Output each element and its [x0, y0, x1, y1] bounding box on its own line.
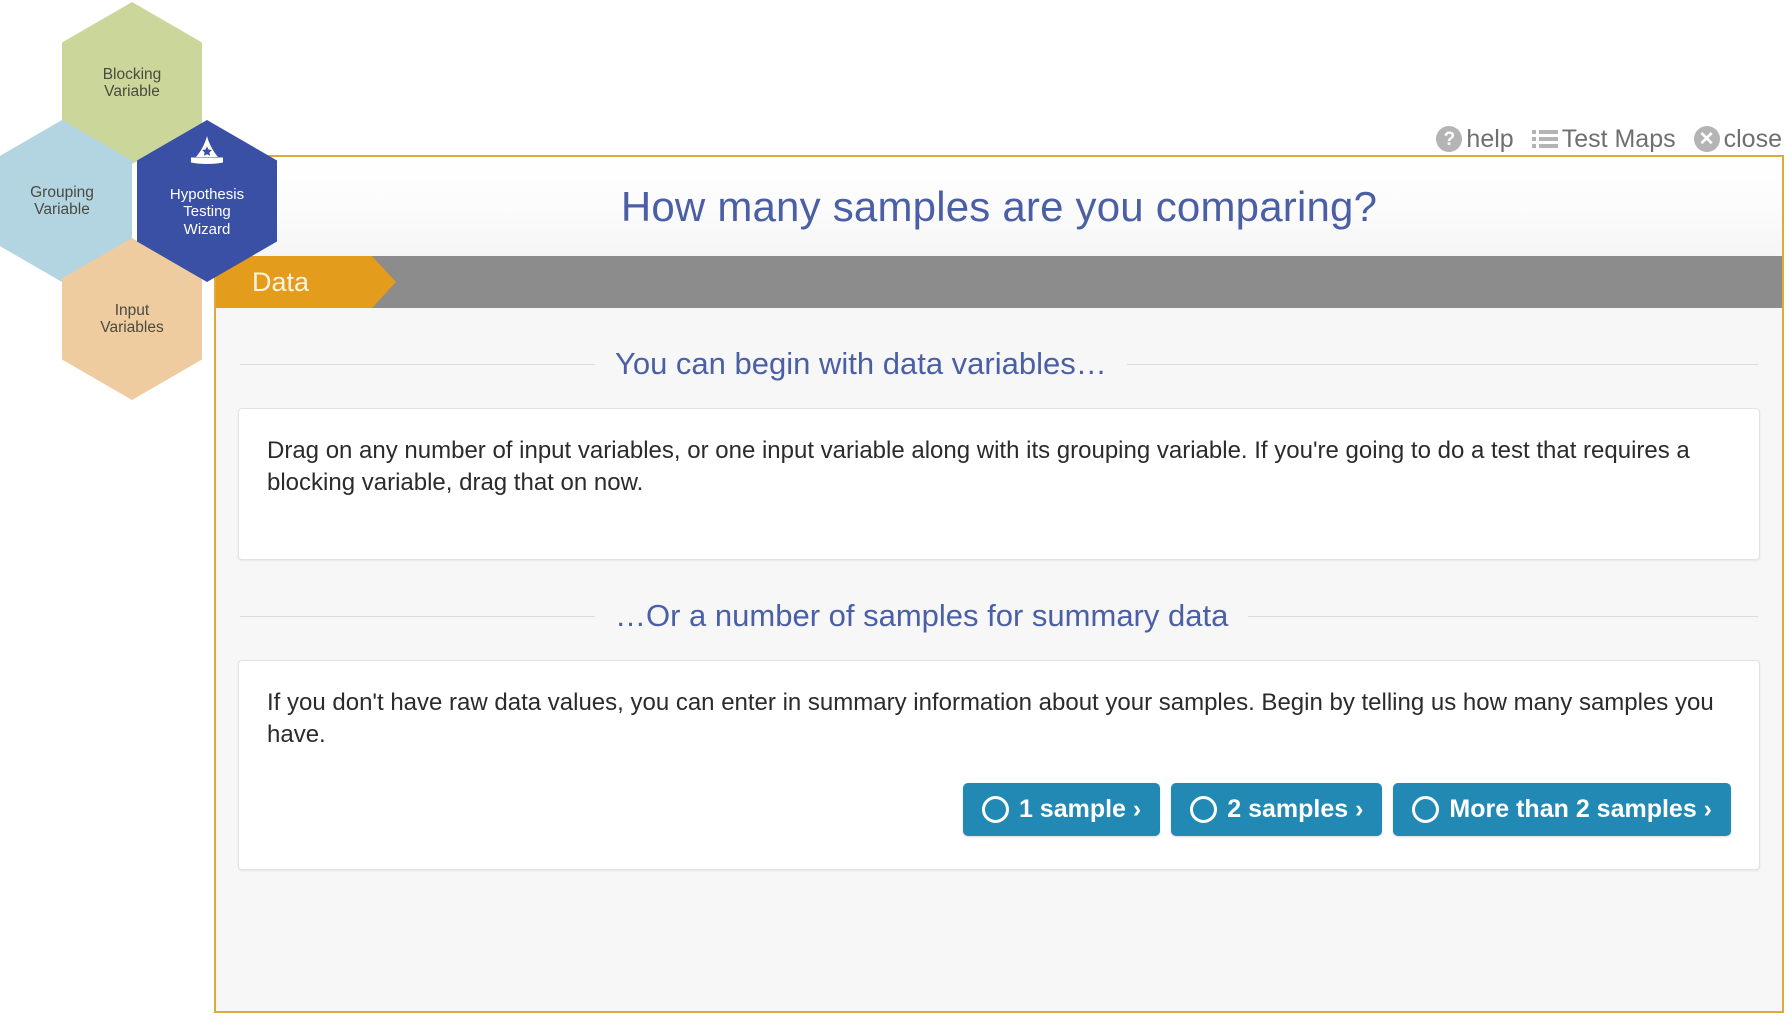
section-header-summary-data: …Or a number of samples for summary data	[238, 598, 1760, 634]
hex-grouping-variable-line2: Variable	[34, 201, 90, 218]
section-rule-right-2	[1248, 616, 1758, 617]
section-header-summary-data-label: …Or a number of samples for summary data	[615, 598, 1228, 634]
list-icon	[1532, 129, 1558, 149]
section-rule-left-2	[240, 616, 595, 617]
test-maps-button[interactable]: Test Maps	[1532, 127, 1676, 152]
tabstrip-filler	[396, 256, 1782, 308]
tab-data-label: Data	[252, 267, 309, 298]
page-title: How many samples are you comparing?	[621, 183, 1377, 231]
more-than-two-samples-button-label: More than 2 samples ›	[1449, 795, 1712, 824]
one-sample-button[interactable]: 1 sample ›	[963, 783, 1160, 836]
hex-wizard-line3: Wizard	[184, 221, 231, 238]
radio-circle-icon	[1190, 796, 1217, 823]
hex-input-variables-line2: Variables	[100, 319, 163, 336]
help-button[interactable]: ? help	[1436, 126, 1513, 152]
help-button-label: help	[1466, 127, 1513, 152]
close-circle-icon: ✕	[1694, 126, 1720, 152]
section-header-data-variables: You can begin with data variables…	[238, 346, 1760, 382]
wizard-hat-icon	[190, 136, 224, 164]
top-controls: ? help Test Maps ✕ close	[1436, 122, 1782, 156]
radio-circle-icon	[1412, 796, 1439, 823]
section-header-data-variables-label: You can begin with data variables…	[615, 346, 1107, 382]
card-summary-data-text: If you don't have raw data values, you c…	[267, 687, 1731, 751]
more-than-two-samples-button[interactable]: More than 2 samples ›	[1393, 783, 1731, 836]
card-data-variables: Drag on any number of input variables, o…	[238, 408, 1760, 560]
hex-cluster: Blocking Variable Grouping Variable Inpu…	[0, 0, 260, 410]
question-mark-circle-icon: ?	[1436, 126, 1462, 152]
hex-wizard-line2: Testing	[183, 203, 231, 220]
two-samples-button-label: 2 samples ›	[1227, 795, 1363, 824]
hex-blocking-variable-line1: Blocking	[103, 66, 162, 83]
radio-circle-icon	[982, 796, 1009, 823]
hex-blocking-variable-line2: Variable	[104, 83, 160, 100]
app-root: Blocking Variable Grouping Variable Inpu…	[0, 0, 1792, 1018]
card-data-variables-text: Drag on any number of input variables, o…	[267, 435, 1731, 499]
card-summary-data: If you don't have raw data values, you c…	[238, 660, 1760, 870]
test-maps-button-label: Test Maps	[1562, 127, 1676, 152]
panel-body: You can begin with data variables… Drag …	[216, 346, 1782, 1013]
hex-input-variables-line1: Input	[115, 302, 149, 319]
tabstrip: Data	[216, 256, 1782, 308]
close-button-label: close	[1724, 127, 1782, 152]
sample-count-button-row: 1 sample › 2 samples › More than 2 sampl…	[267, 783, 1731, 836]
hex-wizard-line1: Hypothesis	[170, 186, 244, 203]
one-sample-button-label: 1 sample ›	[1019, 795, 1141, 824]
section-rule-right	[1127, 364, 1758, 365]
section-rule-left	[240, 364, 595, 365]
close-button[interactable]: ✕ close	[1694, 126, 1782, 152]
hex-grouping-variable-line1: Grouping	[30, 184, 94, 201]
wizard-panel: How many samples are you comparing? Data…	[214, 155, 1784, 1013]
two-samples-button[interactable]: 2 samples ›	[1171, 783, 1382, 836]
panel-header: How many samples are you comparing?	[216, 157, 1782, 256]
